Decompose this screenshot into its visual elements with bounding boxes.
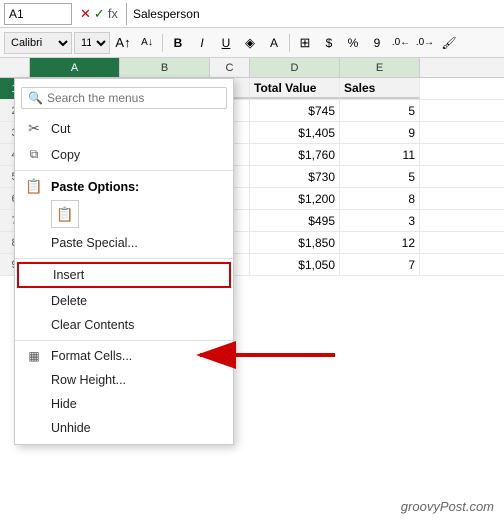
borders-button[interactable]: ⊞ [294, 32, 316, 54]
cell-e8[interactable]: 12 [340, 232, 420, 253]
paste-icon: 📋 [25, 178, 43, 195]
cut-icon: ✂ [25, 120, 43, 137]
borders-icon: ⊞ [300, 35, 311, 51]
cell-reference[interactable]: A1 [4, 3, 72, 25]
cell-e5[interactable]: 5 [340, 166, 420, 187]
formula-bar: A1 ✕ ✓ fx [0, 0, 504, 28]
cell-e7[interactable]: 3 [340, 210, 420, 231]
cell-e3[interactable]: 9 [340, 122, 420, 143]
watermark: groovyPost.com [401, 499, 494, 514]
paste-options-header-row: 📋 Paste Options: [15, 174, 233, 197]
col-header-b[interactable]: B [120, 58, 210, 77]
paste-button[interactable]: 📋 [51, 200, 79, 228]
cell-d8[interactable]: $1,850 [250, 232, 340, 253]
cell-d7[interactable]: $495 [250, 210, 340, 231]
format-cells-icon: ▦ [25, 349, 43, 363]
menu-separator-3 [15, 340, 233, 341]
cell-e4[interactable]: 11 [340, 144, 420, 165]
confirm-icon[interactable]: ✓ [94, 6, 105, 22]
toolbar: Calibri 11 A↑ A↓ B I U ◈ A ⊞ $ % 9 .0← .… [0, 28, 504, 58]
copy-icon: ⧉ [25, 147, 43, 162]
paste-clipboard-icon: 📋 [56, 206, 73, 223]
toolbar-sep-1 [162, 34, 163, 52]
context-menu-paste-special[interactable]: Paste Special... [15, 231, 233, 255]
cell-d6[interactable]: $1,200 [250, 188, 340, 209]
column-headers: A B C D E [0, 58, 504, 78]
context-menu-unhide[interactable]: Unhide [15, 416, 233, 440]
format-painter-icon: 🖌 [441, 36, 456, 50]
comma-button[interactable]: 9 [366, 32, 388, 54]
toolbar-sep-2 [289, 34, 290, 52]
font-color-icon: A [270, 36, 278, 50]
menu-separator-1 [15, 170, 233, 171]
cell-d4[interactable]: $1,760 [250, 144, 340, 165]
cell-d2[interactable]: $745 [250, 100, 340, 121]
context-menu-format-cells[interactable]: ▦ Format Cells... [15, 344, 233, 368]
formula-icons: ✕ ✓ fx [76, 6, 122, 22]
cut-label: Cut [51, 122, 70, 136]
decrease-decimal-button[interactable]: .0← [390, 32, 412, 54]
dollar-button[interactable]: $ [318, 32, 340, 54]
context-menu-clear-contents[interactable]: Clear Contents [15, 313, 233, 337]
paste-options-label: Paste Options: [51, 180, 139, 194]
paste-special-label: Paste Special... [51, 236, 138, 250]
copy-label: Copy [51, 148, 80, 162]
cell-e6[interactable]: 8 [340, 188, 420, 209]
col-header-d[interactable]: D [250, 58, 340, 77]
font-size-select[interactable]: 11 [74, 32, 110, 54]
cell-d9[interactable]: $1,050 [250, 254, 340, 275]
row-height-label: Row Height... [51, 373, 126, 387]
cancel-icon[interactable]: ✕ [80, 6, 91, 22]
hide-label: Hide [51, 397, 77, 411]
fill-color-button[interactable]: ◈ [239, 32, 261, 54]
italic-button[interactable]: I [191, 32, 213, 54]
cell-d3[interactable]: $1,405 [250, 122, 340, 143]
search-icon: 🔍 [28, 91, 43, 105]
menu-search-input[interactable] [47, 91, 220, 105]
percent-button[interactable]: % [342, 32, 364, 54]
font-name-select[interactable]: Calibri [4, 32, 72, 54]
cell-e1[interactable]: Sales [340, 78, 420, 99]
unhide-label: Unhide [51, 421, 91, 435]
clear-contents-label: Clear Contents [51, 318, 134, 332]
delete-label: Delete [51, 294, 87, 308]
fx-icon: fx [108, 6, 118, 21]
increase-font-button[interactable]: A↑ [112, 32, 134, 54]
decrease-font-button[interactable]: A↓ [136, 32, 158, 54]
cell-d1[interactable]: Total Value [250, 78, 340, 99]
menu-separator-2 [15, 258, 233, 259]
bold-button[interactable]: B [167, 32, 189, 54]
col-header-a[interactable]: A [30, 58, 120, 77]
context-menu-hide[interactable]: Hide [15, 392, 233, 416]
context-menu-insert[interactable]: Insert [17, 262, 231, 288]
spreadsheet: A1 ✕ ✓ fx Calibri 11 A↑ A↓ B I U ◈ A ⊞ [0, 0, 504, 522]
fill-icon: ◈ [245, 35, 255, 51]
context-menu-delete[interactable]: Delete [15, 289, 233, 313]
cell-e2[interactable]: 5 [340, 100, 420, 121]
cell-ref-value: A1 [9, 7, 24, 21]
cell-e9[interactable]: 7 [340, 254, 420, 275]
format-cells-label: Format Cells... [51, 349, 132, 363]
underline-button[interactable]: U [215, 32, 237, 54]
insert-label: Insert [53, 268, 84, 282]
col-header-c[interactable]: C [210, 58, 250, 77]
increase-decimal-button[interactable]: .0→ [414, 32, 436, 54]
col-header-e[interactable]: E [340, 58, 420, 77]
format-painter-button[interactable]: 🖌 [438, 32, 460, 54]
row-num-header [0, 58, 30, 77]
formula-input[interactable] [126, 3, 500, 25]
paste-icon-group: 📋 [15, 197, 233, 231]
font-color-button[interactable]: A [263, 32, 285, 54]
context-menu-cut[interactable]: ✂ Cut [15, 115, 233, 142]
menu-search-container[interactable]: 🔍 [21, 87, 227, 109]
context-menu-row-height[interactable]: Row Height... [15, 368, 233, 392]
context-menu: 🔍 ✂ Cut ⧉ Copy 📋 Paste Options: 📋 Paste … [14, 78, 234, 445]
context-menu-copy[interactable]: ⧉ Copy [15, 142, 233, 167]
cell-d5[interactable]: $730 [250, 166, 340, 187]
